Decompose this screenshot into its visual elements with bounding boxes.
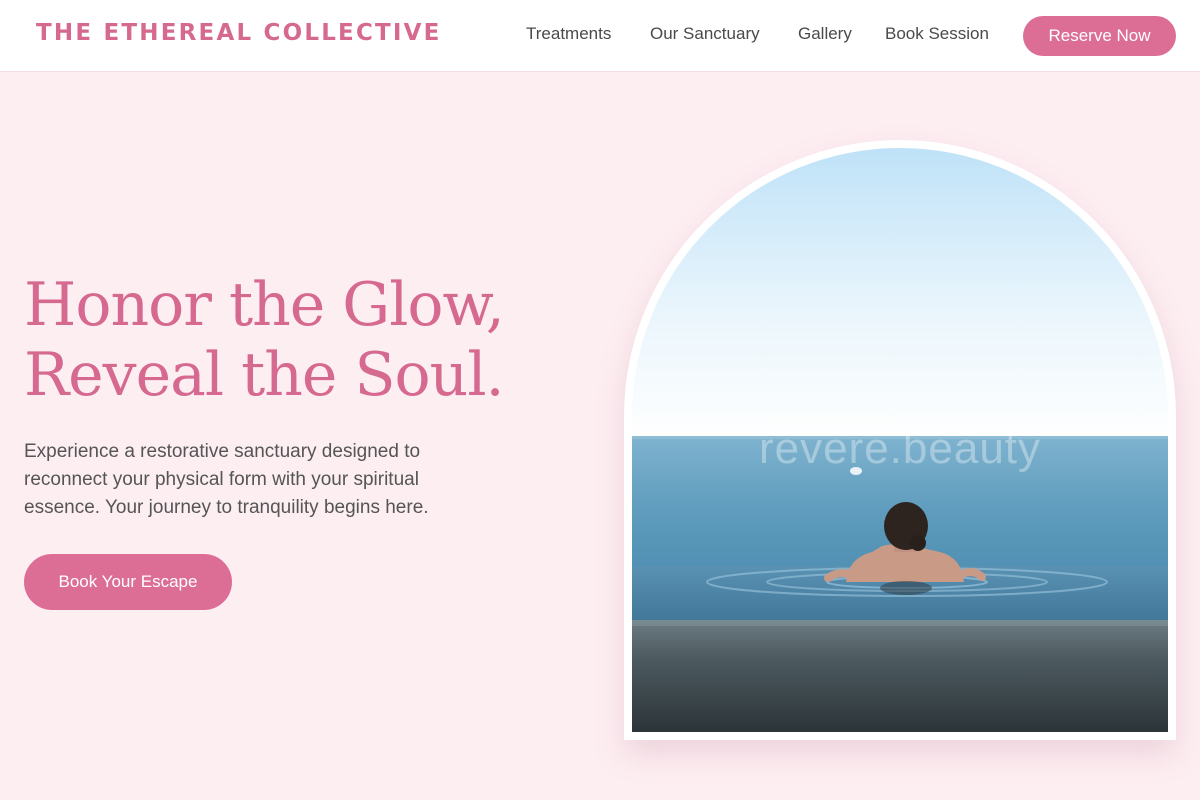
reserve-now-button[interactable]: Reserve Now	[1023, 16, 1176, 56]
hero-photo: revere.beauty	[632, 148, 1168, 732]
nav-link-book-session[interactable]: Book Session	[885, 24, 989, 44]
hero-title-line-1: Honor the Glow,	[24, 270, 505, 340]
hero-description: Experience a restorative sanctuary desig…	[24, 441, 429, 518]
hero-title: Honor the Glow, Reveal the Soul.	[24, 270, 505, 410]
arch-image-frame: revere.beauty	[624, 140, 1176, 740]
book-your-escape-button[interactable]: Book Your Escape	[24, 554, 232, 610]
main-nav: Treatments Our Sanctuary Gallery Book Se…	[0, 0, 1200, 72]
image-watermark: revere.beauty	[758, 424, 1042, 473]
nav-link-treatments[interactable]: Treatments	[526, 24, 611, 44]
nav-link-our-sanctuary[interactable]: Our Sanctuary	[650, 24, 760, 44]
hero-title-line-2: Reveal the Soul.	[24, 340, 505, 410]
nav-link-gallery[interactable]: Gallery	[798, 24, 852, 44]
site-header: THE ETHEREAL COLLECTIVE Treatments Our S…	[0, 0, 1200, 72]
